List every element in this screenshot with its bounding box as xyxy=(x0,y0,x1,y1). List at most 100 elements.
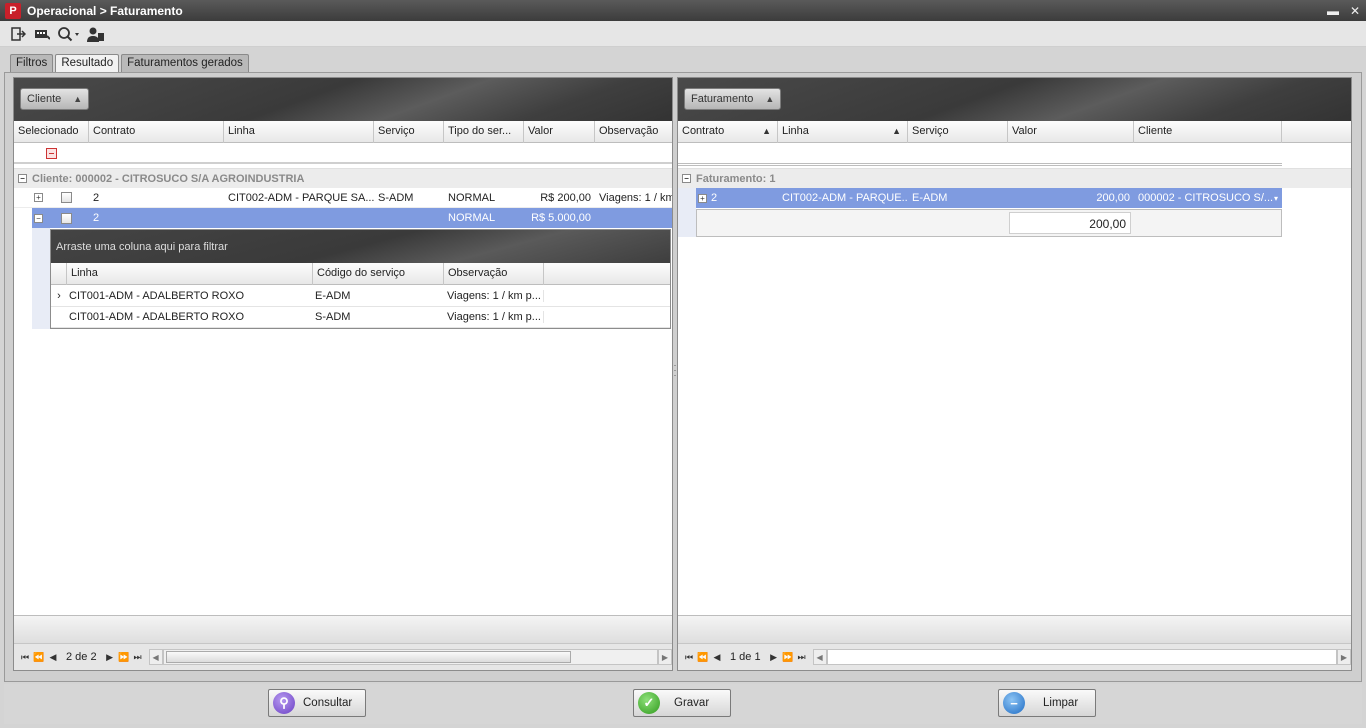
row-checkbox[interactable] xyxy=(60,212,72,224)
summary-valor: 200,00 xyxy=(1009,212,1131,234)
search-icon[interactable] xyxy=(56,24,82,44)
col-servico[interactable]: Serviço xyxy=(908,121,1008,143)
page-indicator: 1 de 1 xyxy=(730,651,761,663)
col-linha-label: Linha xyxy=(782,125,809,137)
consultar-button[interactable]: ⚲ Consultar xyxy=(268,689,366,717)
drag-column-hint: Arraste uma coluna aqui para filtrar xyxy=(51,230,670,263)
group-panel: Faturamento ▲ xyxy=(678,78,1351,121)
sort-ascending-icon: ▲ xyxy=(892,126,901,136)
row-checkbox[interactable] xyxy=(60,192,72,203)
col-contrato[interactable]: Contrato ▲ xyxy=(678,121,778,143)
exit-icon[interactable] xyxy=(8,24,28,44)
cell-codigo: S-ADM xyxy=(315,311,351,323)
cell-valor: R$ 5.000,00 xyxy=(531,212,591,224)
group-chip-cliente[interactable]: Cliente ▲ xyxy=(20,88,90,110)
col-codigo-servico[interactable]: Código do serviço xyxy=(313,263,444,285)
window-title: Operacional > Faturamento xyxy=(27,3,183,18)
prev-page-group-icon[interactable]: ⏪ xyxy=(696,652,710,663)
toolbar xyxy=(0,21,1366,47)
close-button[interactable]: ✕ xyxy=(1344,4,1366,18)
limpar-label: Limpar xyxy=(1043,697,1079,709)
col-observacao[interactable]: Observação xyxy=(595,121,672,143)
group-row[interactable]: − Faturamento: 1 xyxy=(678,168,1351,188)
cell-contrato: 2 xyxy=(93,191,100,204)
col-contrato-label: Contrato xyxy=(682,125,725,137)
scroll-left-icon[interactable]: ◀ xyxy=(812,649,827,665)
cell-valor: 200,00 xyxy=(1096,192,1130,204)
horizontal-scrollbar[interactable] xyxy=(826,649,1337,665)
prev-page-group-icon[interactable]: ⏪ xyxy=(32,652,46,663)
filter-row xyxy=(14,144,672,164)
scrollbar-thumb[interactable] xyxy=(165,651,571,663)
last-page-icon[interactable]: ⏭ xyxy=(131,652,145,663)
cell-observacao: Viagens: 1 / km p... xyxy=(444,290,544,302)
tab-resultado[interactable]: Resultado xyxy=(55,54,120,72)
col-selecionado[interactable]: Selecionado xyxy=(14,121,89,143)
action-bar: ⚲ Consultar ✓ Gravar − Limpar xyxy=(4,684,1362,724)
consultar-label: Consultar xyxy=(303,697,353,709)
tab-filtros[interactable]: Filtros xyxy=(10,54,54,72)
group-chip-faturamento[interactable]: Faturamento ▲ xyxy=(684,88,782,110)
prev-page-icon[interactable]: ◀ xyxy=(710,652,724,663)
cell-linha: CIT001-ADM - ADALBERTO ROXO xyxy=(69,290,245,302)
gravar-button[interactable]: ✓ Gravar xyxy=(633,689,731,717)
detail-row[interactable]: › CIT001-ADM - ADALBERTO ROXO E-ADM Viag… xyxy=(51,286,670,307)
group-row-label: Faturamento: 1 xyxy=(696,172,776,185)
last-page-icon[interactable]: ⏭ xyxy=(795,652,809,663)
col-observacao[interactable]: Observação xyxy=(444,263,544,285)
cell-observacao: Viagens: 1 / km p... xyxy=(444,311,544,323)
table-row[interactable]: + 2 CIT002-ADM - PARQUE SA... S-ADM NORM… xyxy=(14,188,672,208)
table-row-selected[interactable]: − 2 NORMAL R$ 5.000,00 xyxy=(14,208,672,228)
search-icon: ⚲ xyxy=(273,692,295,714)
next-page-icon[interactable]: ▶ xyxy=(767,652,781,663)
scroll-left-icon[interactable]: ◀ xyxy=(148,649,163,665)
expand-icon[interactable]: + xyxy=(698,193,707,203)
detail-column-header-row: Linha Código do serviço Observação xyxy=(51,263,670,285)
col-linha[interactable]: Linha xyxy=(67,263,313,285)
sort-ascending-icon: ▲ xyxy=(73,94,83,104)
horizontal-scrollbar[interactable] xyxy=(162,649,658,665)
next-page-icon[interactable]: ▶ xyxy=(103,652,117,663)
group-row[interactable]: − Cliente: 000002 - CITROSUCO S/A AGROIN… xyxy=(14,168,672,188)
dropdown-arrow-icon[interactable]: ▾ xyxy=(1274,194,1278,203)
expand-icon[interactable]: + xyxy=(34,193,43,202)
collapse-icon[interactable]: − xyxy=(682,174,691,183)
filter-checkbox-icon[interactable] xyxy=(46,147,57,159)
col-valor[interactable]: Valor xyxy=(1008,121,1134,143)
keyboard-icon[interactable] xyxy=(32,24,52,44)
collapse-icon[interactable]: − xyxy=(34,213,43,223)
cell-linha: CIT002-ADM - PARQUE... xyxy=(782,192,908,204)
collapse-icon[interactable]: − xyxy=(18,174,27,183)
col-cliente[interactable]: Cliente xyxy=(1134,121,1282,143)
tab-strip: Filtros Resultado Faturamentos gerados xyxy=(10,54,249,72)
next-page-group-icon[interactable]: ⏩ xyxy=(117,652,131,663)
cell-codigo: E-ADM xyxy=(315,290,351,302)
cell-contrato: 2 xyxy=(93,212,100,224)
check-icon: ✓ xyxy=(638,692,660,714)
table-row-selected[interactable]: + 2 CIT002-ADM - PARQUE... E-ADM 200,00 … xyxy=(696,188,1282,208)
minimize-button[interactable]: ▬ xyxy=(1322,4,1344,18)
first-page-icon[interactable]: ⏮ xyxy=(682,652,696,663)
scroll-right-icon[interactable]: ▶ xyxy=(658,649,672,665)
col-tipo-servico[interactable]: Tipo do ser... xyxy=(444,121,524,143)
user-icon[interactable] xyxy=(86,24,106,44)
limpar-button[interactable]: − Limpar xyxy=(998,689,1096,717)
cell-linha: CIT002-ADM - PARQUE SA... xyxy=(228,191,374,204)
cell-tipo: NORMAL xyxy=(448,191,496,204)
detail-row[interactable]: CIT001-ADM - ADALBERTO ROXO S-ADM Viagen… xyxy=(51,307,670,328)
first-page-icon[interactable]: ⏮ xyxy=(18,652,32,663)
next-page-group-icon[interactable]: ⏩ xyxy=(781,652,795,663)
prev-page-icon[interactable]: ◀ xyxy=(46,652,60,663)
col-valor[interactable]: Valor xyxy=(524,121,595,143)
scroll-right-icon[interactable]: ▶ xyxy=(1337,649,1351,665)
cell-servico: E-ADM xyxy=(912,192,948,204)
app-logo-icon: P xyxy=(5,2,21,19)
col-contrato[interactable]: Contrato xyxy=(89,121,224,143)
col-linha[interactable]: Linha ▲ xyxy=(778,121,908,143)
col-linha[interactable]: Linha xyxy=(224,121,374,143)
grid-footer xyxy=(14,615,672,643)
tab-faturamentos-gerados[interactable]: Faturamentos gerados xyxy=(121,54,249,72)
col-servico[interactable]: Serviço xyxy=(374,121,444,143)
detail-grid: Arraste uma coluna aqui para filtrar Lin… xyxy=(50,229,671,329)
page-indicator: 2 de 2 xyxy=(66,651,97,663)
